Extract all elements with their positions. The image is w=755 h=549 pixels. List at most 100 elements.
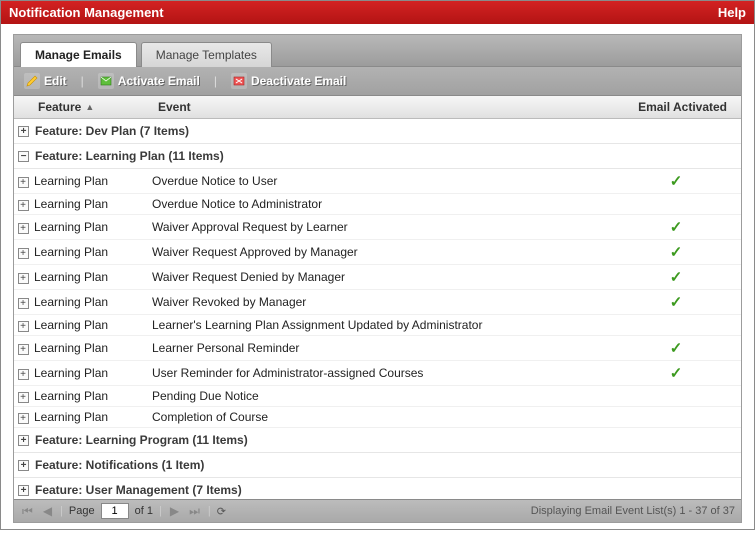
cell-activated: ✓ [611,243,741,261]
check-icon: ✓ [670,244,683,261]
col-feature[interactable]: Feature ▲ [32,96,152,118]
col-feature-label: Feature [38,100,81,114]
expand-icon[interactable]: + [18,413,29,424]
table-row[interactable]: +Learning PlanUser Reminder for Administ… [14,361,741,386]
group-dev-plan[interactable]: + Feature: Dev Plan (7 Items) [14,119,741,144]
sort-asc-icon: ▲ [85,102,94,112]
deactivate-email-button[interactable]: Deactivate Email [227,71,350,91]
panel: Manage Emails Manage Templates Edit | Ac… [13,34,742,523]
page-title: Notification Management [9,5,164,20]
cell-activated: ✓ [611,172,741,190]
group-label: Feature: Learning Plan (11 Items) [35,149,224,163]
cell-activated: ✓ [611,293,741,311]
cell-event: Learner's Learning Plan Assignment Updat… [152,318,611,332]
toolbar: Edit | Activate Email | Deactivate Email [14,67,741,96]
expand-icon[interactable]: + [18,369,29,380]
table-row[interactable]: +Learning PlanPending Due Notice [14,386,741,407]
last-page-button[interactable]: ⏭ [187,504,202,519]
separator: | [60,505,63,517]
titlebar: Notification Management Help [1,1,754,24]
tab-manage-emails[interactable]: Manage Emails [20,42,137,67]
check-icon: ✓ [670,173,683,190]
table-row[interactable]: +Learning PlanOverdue Notice to User✓ [14,169,741,194]
cell-feature: Learning Plan [32,245,152,259]
expand-icon[interactable]: + [18,223,29,234]
table-row[interactable]: +Learning PlanWaiver Approval Request by… [14,215,741,240]
tabstrip: Manage Emails Manage Templates [14,35,741,67]
group-label: Feature: Dev Plan (7 Items) [35,124,189,138]
expand-icon[interactable]: + [18,321,29,332]
expand-icon[interactable]: + [18,177,29,188]
table-row[interactable]: +Learning PlanWaiver Revoked by Manager✓ [14,290,741,315]
cell-feature: Learning Plan [32,389,152,403]
window: Notification Management Help Manage Emai… [0,0,755,530]
pager-status: Displaying Email Event List(s) 1 - 37 of… [531,505,735,517]
refresh-button[interactable]: ⟳ [217,505,226,518]
collapse-icon[interactable]: − [18,151,29,162]
expand-icon[interactable]: + [18,344,29,355]
separator: | [77,74,88,88]
table-row[interactable]: +Learning PlanCompletion of Course [14,407,741,428]
cell-feature: Learning Plan [32,410,152,424]
activate-label: Activate Email [118,74,200,88]
edit-button[interactable]: Edit [20,71,71,91]
group-label: Feature: Notifications (1 Item) [35,458,204,472]
tab-manage-templates[interactable]: Manage Templates [141,42,272,67]
cell-feature: Learning Plan [32,366,152,380]
cell-feature: Learning Plan [32,318,152,332]
table-row[interactable]: +Learning PlanWaiver Request Approved by… [14,240,741,265]
expand-icon[interactable]: + [18,460,29,471]
group-user-management[interactable]: + Feature: User Management (7 Items) [14,478,741,499]
cell-activated: ✓ [611,218,741,236]
cell-event: Waiver Request Denied by Manager [152,270,611,284]
cell-feature: Learning Plan [32,295,152,309]
separator: | [210,74,221,88]
col-event[interactable]: Event [152,96,611,118]
col-activated[interactable]: Email Activated [611,96,741,118]
grid-header: Feature ▲ Event Email Activated [14,96,741,119]
cell-feature: Learning Plan [32,197,152,211]
cell-event: Overdue Notice to User [152,174,611,188]
table-row[interactable]: +Learning PlanLearner Personal Reminder ✓ [14,336,741,361]
group-learning-program[interactable]: + Feature: Learning Program (11 Items) [14,428,741,453]
cell-activated: ✓ [611,364,741,382]
help-link[interactable]: Help [718,5,746,20]
expand-icon[interactable]: + [18,248,29,259]
activate-email-button[interactable]: Activate Email [94,71,204,91]
deactivate-label: Deactivate Email [251,74,346,88]
edit-label: Edit [44,74,67,88]
expand-icon[interactable]: + [18,485,29,496]
expand-icon[interactable]: + [18,392,29,403]
cell-activated: ✓ [611,268,741,286]
cell-event: Waiver Revoked by Manager [152,295,611,309]
group-learning-plan[interactable]: − Feature: Learning Plan (11 Items) [14,144,741,169]
expand-icon[interactable]: + [18,298,29,309]
cell-event: Learner Personal Reminder [152,341,611,355]
deactivate-icon [231,73,247,89]
table-row[interactable]: +Learning PlanWaiver Request Denied by M… [14,265,741,290]
next-page-button[interactable]: ▶ [168,504,181,518]
table-row[interactable]: +Learning PlanLearner's Learning Plan As… [14,315,741,336]
first-page-button[interactable]: ⏮ [20,504,35,519]
pencil-icon [24,73,40,89]
table-row[interactable]: +Learning PlanOverdue Notice to Administ… [14,194,741,215]
page-input[interactable] [101,503,129,519]
group-label: Feature: Learning Program (11 Items) [35,433,248,447]
cell-feature: Learning Plan [32,270,152,284]
col-expand [14,96,32,118]
expand-icon[interactable]: + [18,200,29,211]
page-of: of 1 [135,505,153,517]
expand-icon[interactable]: + [18,126,29,137]
cell-activated: ✓ [611,339,741,357]
check-icon: ✓ [670,340,683,357]
pager: ⏮ ◀ | Page of 1 | ▶ ⏭ | ⟳ Displaying Ema… [14,499,741,522]
cell-event: Pending Due Notice [152,389,611,403]
expand-icon[interactable]: + [18,435,29,446]
activate-icon [98,73,114,89]
cell-event: Overdue Notice to Administrator [152,197,611,211]
check-icon: ✓ [670,219,683,236]
expand-icon[interactable]: + [18,273,29,284]
prev-page-button[interactable]: ◀ [41,504,54,518]
cell-feature: Learning Plan [32,341,152,355]
group-notifications[interactable]: + Feature: Notifications (1 Item) [14,453,741,478]
